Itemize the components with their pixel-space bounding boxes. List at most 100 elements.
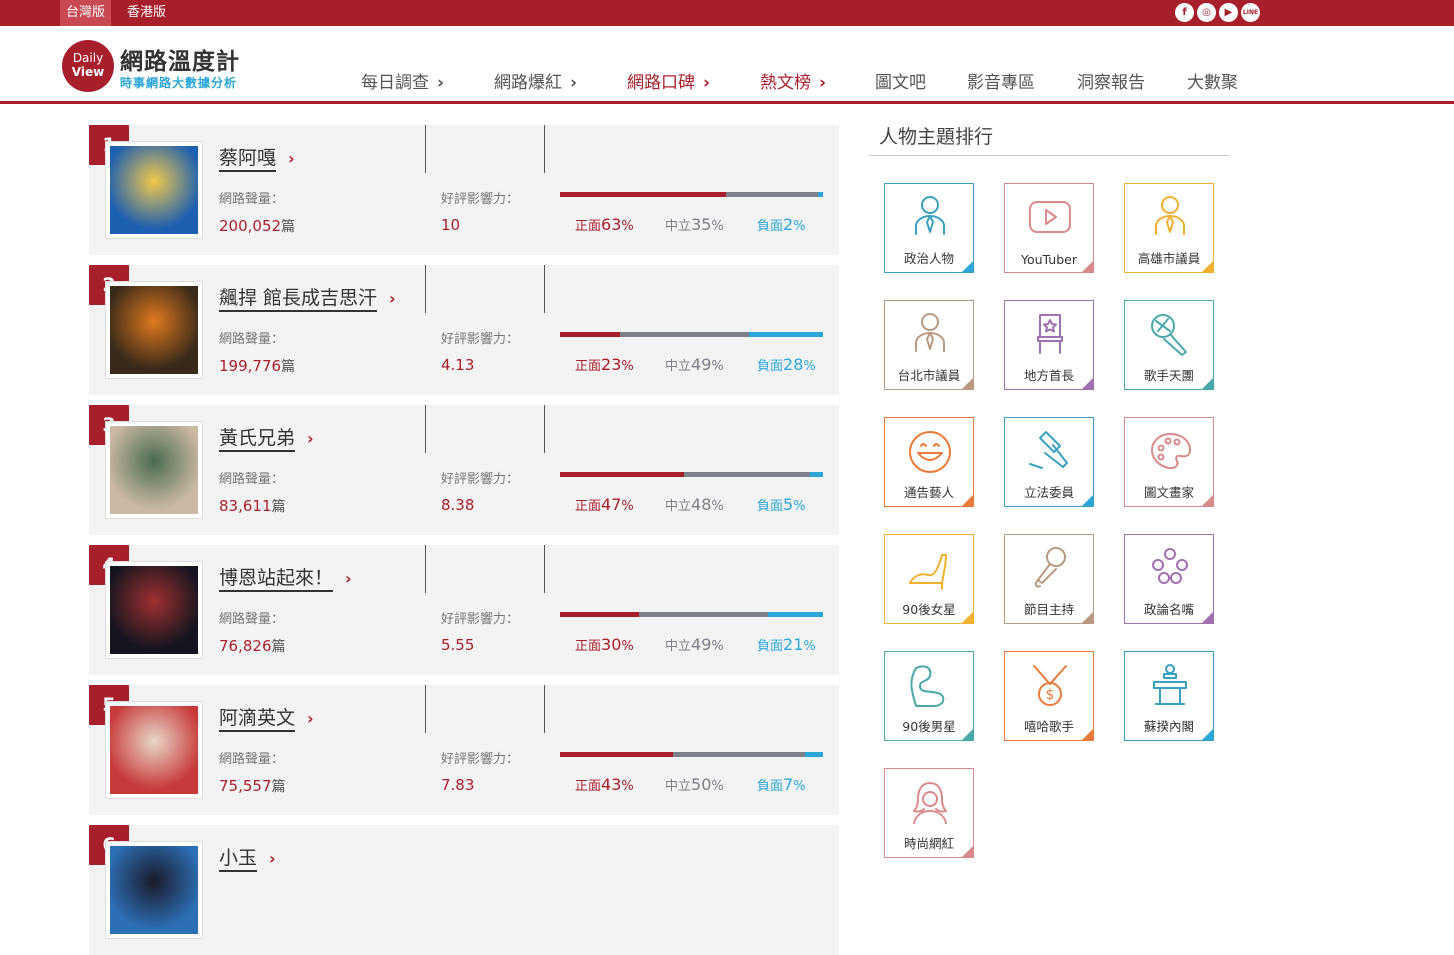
person-name-link[interactable]: 黃氏兄弟 ›	[219, 423, 314, 452]
nav-item-7[interactable]: 大數聚	[1187, 68, 1238, 93]
facebook-icon[interactable]: f	[1175, 3, 1194, 22]
percent-sign: %	[711, 219, 724, 234]
sentiment-neutral-segment	[683, 472, 810, 477]
sidebar-title: 人物主題排行	[879, 126, 994, 148]
influence-value: 10	[441, 216, 461, 234]
category-label: 政治人物	[903, 251, 954, 266]
sentiment-value: 23	[601, 355, 622, 374]
ranking-card[interactable]: 2飆捍 館長成吉思汗›網路聲量：199,776篇好評影響力：4.13正面23%中…	[89, 265, 839, 395]
divider	[544, 265, 545, 313]
nav-item-2[interactable]: 網路口碑 ›	[627, 68, 710, 93]
person-photo[interactable]	[105, 841, 203, 939]
negative-percent: 負面5%	[757, 495, 806, 514]
youtube-icon[interactable]: ▶	[1219, 3, 1238, 22]
category-tile[interactable]: 蘇揆內閣	[1124, 651, 1214, 741]
nav-item-5[interactable]: 影音專區	[967, 68, 1035, 93]
percent-sign: %	[621, 499, 634, 514]
nav-item-4[interactable]: 圖文吧	[875, 68, 926, 93]
logo-title[interactable]: 網路溫度計	[120, 42, 240, 76]
category-tile[interactable]: 高雄市議員	[1124, 183, 1214, 273]
nav-item-6[interactable]: 洞察報告	[1077, 68, 1145, 93]
photo-image	[110, 146, 198, 234]
category-tile[interactable]: 台北市議員	[884, 300, 974, 390]
person-name-link[interactable]: 蔡阿嘎 ›	[219, 143, 295, 172]
photo-image	[110, 706, 198, 794]
person-name: 小玉	[219, 847, 258, 872]
nav-item-3[interactable]: 熱文榜 ›	[760, 68, 826, 93]
chevron-right-icon: ›	[269, 849, 276, 868]
category-label: 90後男星	[902, 719, 956, 734]
category-tile[interactable]: 地方首長	[1004, 300, 1094, 390]
ranking-card[interactable]: 1蔡阿嘎›網路聲量：200,052篇好評影響力：10正面63%中立35%負面2%	[89, 125, 839, 255]
handheld-mic-icon	[1034, 547, 1066, 588]
line-icon[interactable]: LINE	[1241, 3, 1260, 22]
category-tile[interactable]: 90後男星	[884, 651, 974, 741]
category-tile[interactable]: YouTuber	[1004, 183, 1094, 273]
category-tile[interactable]: 立法委員	[1004, 417, 1094, 507]
category-tile[interactable]: 政治人物	[884, 183, 974, 273]
person-name-link[interactable]: 阿滴英文 ›	[219, 703, 314, 732]
site-header: Daily View 網路溫度計 時事網路大數據分析 每日調查 › 網路爆紅 › 網路口…	[0, 26, 1454, 104]
percent-sign: %	[621, 359, 634, 374]
person-photo[interactable]	[105, 561, 203, 659]
category-tile[interactable]: 歌手天團	[1124, 300, 1214, 390]
category-tile[interactable]: $ 嘻哈歌手	[1004, 651, 1094, 741]
category-tile[interactable]: 節目主持	[1004, 534, 1094, 624]
volume-value: 199,776篇	[219, 356, 295, 376]
region-tab-taiwan[interactable]: 台灣版	[60, 0, 112, 26]
region-tab-hongkong[interactable]: 香港版	[121, 0, 172, 26]
tile-corner-accent	[1081, 728, 1093, 740]
divider	[425, 685, 426, 733]
tile-corner-accent	[1201, 494, 1213, 506]
sentiment-neutral-segment	[673, 752, 805, 757]
negative-percent: 負面28%	[757, 355, 816, 374]
category-tile[interactable]: 政論名嘴	[1124, 534, 1214, 624]
person-name-link[interactable]: 小玉 ›	[219, 843, 276, 872]
sentiment-negative-segment	[804, 752, 823, 757]
category-tile[interactable]: 圖文畫家	[1124, 417, 1214, 507]
sentiment-label: 中立	[665, 219, 692, 234]
category-tile[interactable]: 通告藝人	[884, 417, 974, 507]
person-photo[interactable]	[105, 281, 203, 379]
sentiment-value: 30	[601, 635, 622, 654]
nav-item-0[interactable]: 每日調查 ›	[361, 68, 444, 93]
sentiment-value: 28	[783, 355, 804, 374]
positive-percent: 正面23%	[575, 355, 634, 374]
instagram-icon[interactable]: ◎	[1197, 3, 1216, 22]
sentiment-value: 50	[691, 775, 712, 794]
ranking-card[interactable]: 5阿滴英文›網路聲量：75,557篇好評影響力：7.83正面43%中立50%負面…	[89, 685, 839, 815]
divider	[425, 265, 426, 313]
tile-corner-accent	[1201, 260, 1213, 272]
volume-value: 83,611篇	[219, 496, 286, 516]
percent-sign: %	[711, 359, 724, 374]
person-photo[interactable]	[105, 421, 203, 519]
nav-item-1[interactable]: 網路爆紅 ›	[494, 68, 577, 93]
dailyview-logo[interactable]: Daily View	[62, 40, 114, 92]
person-name-link[interactable]: 飆捍 館長成吉思汗 ›	[219, 283, 396, 312]
gavel-icon	[1029, 431, 1068, 469]
ranking-card[interactable]: 3黃氏兄弟›網路聲量：83,611篇好評影響力：8.38正面47%中立48%負面…	[89, 405, 839, 535]
ranking-card[interactable]: 4博恩站起來！›網路聲量：76,826篇好評影響力：5.55正面30%中立49%…	[89, 545, 839, 675]
tile-corner-accent	[961, 728, 973, 740]
neutral-percent: 中立49%	[665, 635, 724, 654]
person-photo[interactable]	[105, 141, 203, 239]
chevron-right-icon: ›	[307, 709, 314, 728]
person-name-link[interactable]: 博恩站起來！ ›	[219, 563, 352, 592]
person-photo[interactable]	[105, 701, 203, 799]
sentiment-value: 21	[783, 635, 804, 654]
percent-sign: %	[803, 359, 816, 374]
sentiment-label: 負面	[757, 499, 784, 514]
volume-value: 200,052篇	[219, 216, 295, 236]
influence-label: 好評影響力：	[441, 612, 520, 627]
negative-percent: 負面7%	[757, 775, 806, 794]
ranking-card[interactable]: 6小玉›	[89, 825, 839, 955]
influence-label: 好評影響力：	[441, 472, 520, 487]
category-tile[interactable]: 時尚網紅	[884, 768, 974, 858]
divider	[544, 545, 545, 593]
category-tile[interactable]: 90後女星	[884, 534, 974, 624]
sentiment-value: 35	[691, 215, 712, 234]
muscle-arm-icon	[910, 665, 945, 707]
tile-corner-accent	[1081, 377, 1093, 389]
photo-image	[110, 286, 198, 374]
percent-sign: %	[711, 639, 724, 654]
